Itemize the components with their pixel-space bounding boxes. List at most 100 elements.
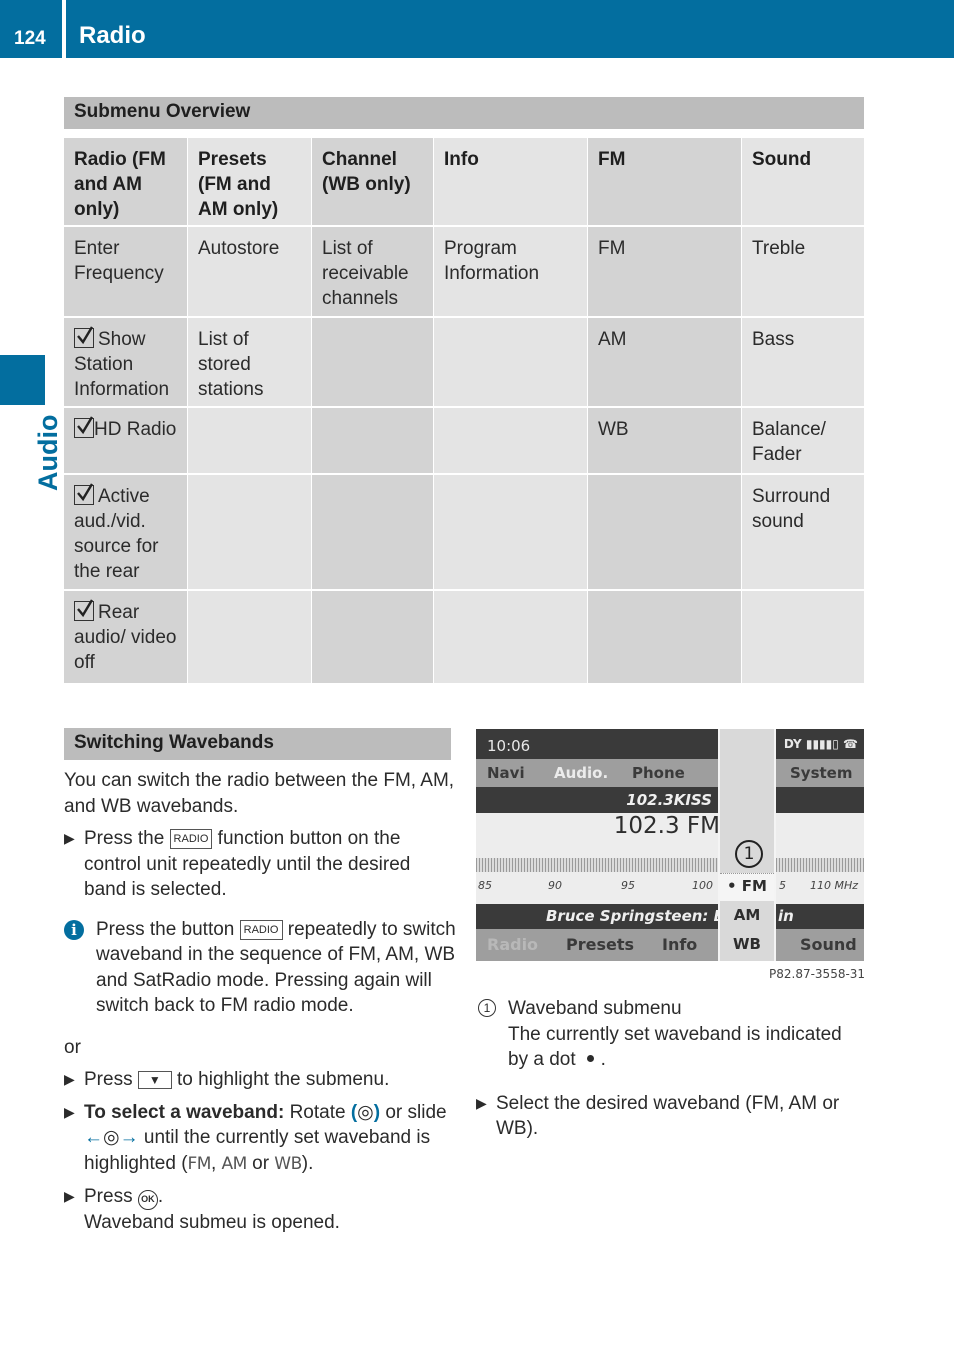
slide-controller-icon: ←◎→ bbox=[84, 1127, 139, 1148]
submenu-table: Radio (FM and AM only) Presets (FM and A… bbox=[64, 138, 864, 683]
section-tab-label: Audio bbox=[33, 414, 63, 491]
status-bar: 10:06 DY ▮▮▮▮▯ ☎ bbox=[476, 729, 864, 759]
table-cell: Surround sound bbox=[741, 475, 864, 589]
down-key-icon: ▼ bbox=[137, 1071, 172, 1089]
frequency-display: 102.3 FM bbox=[613, 813, 720, 839]
submenu-item-sound: Sound bbox=[800, 935, 857, 954]
menu-item-phone: Phone bbox=[632, 764, 685, 782]
table-cell bbox=[587, 591, 741, 683]
table-cell: HD Radio bbox=[64, 408, 187, 473]
step-press-down: ▶ Press ▼ to highlight the submenu. bbox=[64, 1067, 456, 1093]
step-text: or bbox=[246, 1152, 275, 1174]
info-icon: i bbox=[64, 919, 84, 940]
chapter-title: Radio bbox=[79, 22, 146, 49]
legend-text: . bbox=[600, 1049, 606, 1070]
dot-icon bbox=[586, 1054, 594, 1062]
step-press-ok: ▶ Press OK. Waveband submeu is opened. bbox=[64, 1184, 456, 1236]
step-text: or slide bbox=[385, 1101, 447, 1123]
scale-label: 5 bbox=[779, 879, 786, 892]
or-separator: or bbox=[64, 1036, 81, 1058]
station-name: 102.3KISS bbox=[626, 791, 712, 809]
station-name-bar: 102.3KISS bbox=[476, 787, 864, 813]
step-text: to highlight the submenu. bbox=[177, 1069, 390, 1090]
step-select-desired-waveband: ▶ Select the desired waveband (FM, AM or… bbox=[476, 1091, 866, 1142]
legend-title: Waveband submenu bbox=[508, 998, 682, 1019]
table-cell bbox=[433, 408, 587, 473]
legend-text: The currently set waveband is indicated … bbox=[508, 1023, 842, 1071]
scale-label: 95 bbox=[621, 879, 635, 892]
waveband-submenu: 1 • FM AM WB bbox=[718, 729, 776, 961]
step-text: Press bbox=[84, 1186, 133, 1207]
step-result: Waveband submeu is opened. bbox=[84, 1212, 340, 1233]
table-cell bbox=[433, 591, 587, 683]
submenu-overview-heading: Submenu Overview bbox=[64, 97, 864, 129]
table-cell: List of receivable channels bbox=[311, 227, 433, 316]
step-text: . bbox=[157, 1186, 164, 1207]
main-menu-bar: Navi Audio. Phone System bbox=[476, 759, 864, 787]
callout-number-icon: 1 bbox=[478, 999, 496, 1017]
table-cell bbox=[187, 408, 311, 473]
menu-item-system: System bbox=[790, 764, 853, 782]
table-row: Show Station Information List of stored … bbox=[64, 318, 864, 408]
submenu-item-info: Info bbox=[662, 935, 698, 954]
step-text: , bbox=[210, 1152, 222, 1174]
table-cell bbox=[311, 408, 433, 473]
table-cell: Show Station Information bbox=[64, 318, 187, 406]
legend-item: 1 Waveband submenu The currently set wav… bbox=[476, 996, 866, 1073]
column-header: Info bbox=[433, 138, 587, 225]
column-header: Sound bbox=[741, 138, 864, 225]
display-text-fm: FM bbox=[187, 1153, 212, 1174]
bullet-arrow-icon: ▶ bbox=[64, 1188, 75, 1204]
scale-label: 110 MHz bbox=[810, 879, 859, 892]
menu-item-navi: Navi bbox=[487, 764, 525, 782]
step-text: Rotate bbox=[289, 1101, 346, 1123]
table-row: Rear audio/ video off bbox=[64, 591, 864, 683]
table-cell: AM bbox=[587, 318, 741, 406]
radio-key-icon: RADIO bbox=[239, 919, 283, 940]
status-icons: DY ▮▮▮▮▯ ☎ bbox=[783, 737, 858, 751]
table-cell bbox=[187, 475, 311, 589]
page-number: 124 bbox=[14, 28, 46, 49]
table-cell: Autostore bbox=[187, 227, 311, 316]
submenu-item-radio: Radio bbox=[487, 935, 539, 954]
table-row: Active aud./vid. source for the rear Sur… bbox=[64, 475, 864, 591]
radio-key-icon: RADIO bbox=[169, 829, 213, 849]
table-cell: Active aud./vid. source for the rear bbox=[64, 475, 187, 589]
table-cell: Balance/ Fader bbox=[741, 408, 864, 473]
info-text: Press the button RADIO repeatedly to swi… bbox=[84, 917, 456, 1019]
track-title-tail: in bbox=[778, 907, 794, 925]
table-cell bbox=[311, 318, 433, 406]
menu-item-audio: Audio. bbox=[554, 764, 609, 782]
table-cell bbox=[311, 591, 433, 683]
table-cell: FM bbox=[587, 227, 741, 316]
section-tab-marker bbox=[0, 355, 45, 405]
bullet-arrow-icon: ▶ bbox=[476, 1094, 487, 1111]
table-cell: Program Information bbox=[433, 227, 587, 316]
checkbox-checked-icon bbox=[74, 483, 94, 505]
header-divider bbox=[62, 0, 66, 58]
info-text-part: Press the button bbox=[96, 918, 235, 940]
table-cell bbox=[311, 475, 433, 589]
table-cell: Treble bbox=[741, 227, 864, 316]
table-cell: Enter Frequency bbox=[64, 227, 187, 316]
info-note: i Press the button RADIO repeatedly to s… bbox=[64, 917, 456, 1019]
radio-display-screenshot: 10:06 DY ▮▮▮▮▯ ☎ Navi Audio. Phone Syste… bbox=[476, 729, 864, 961]
table-cell bbox=[587, 475, 741, 589]
scale-label: 85 bbox=[478, 879, 492, 892]
column-header: Channel (WB only) bbox=[311, 138, 433, 225]
display-text-wb: WB bbox=[274, 1153, 302, 1174]
table-cell bbox=[433, 475, 587, 589]
screenshot-legend: 1 Waveband submenu The currently set wav… bbox=[476, 996, 866, 1149]
page-header: 124 Radio bbox=[0, 0, 954, 58]
table-cell: WB bbox=[587, 408, 741, 473]
table-header-row: Radio (FM and AM only) Presets (FM and A… bbox=[64, 138, 864, 227]
step-text: Press bbox=[84, 1069, 133, 1090]
callout-marker: 1 bbox=[735, 840, 763, 868]
step-select-waveband: ▶ To select a waveband: Rotate (◎) or sl… bbox=[64, 1100, 456, 1178]
table-cell: List of stored stations bbox=[187, 318, 311, 406]
waveband-option-wb: WB bbox=[733, 935, 761, 953]
bullet-arrow-icon: ▶ bbox=[64, 1071, 75, 1087]
submenu-bar: Radio Presets Info Sound bbox=[476, 929, 864, 961]
clock: 10:06 bbox=[487, 737, 531, 755]
ok-button-icon: OK bbox=[137, 1190, 158, 1210]
